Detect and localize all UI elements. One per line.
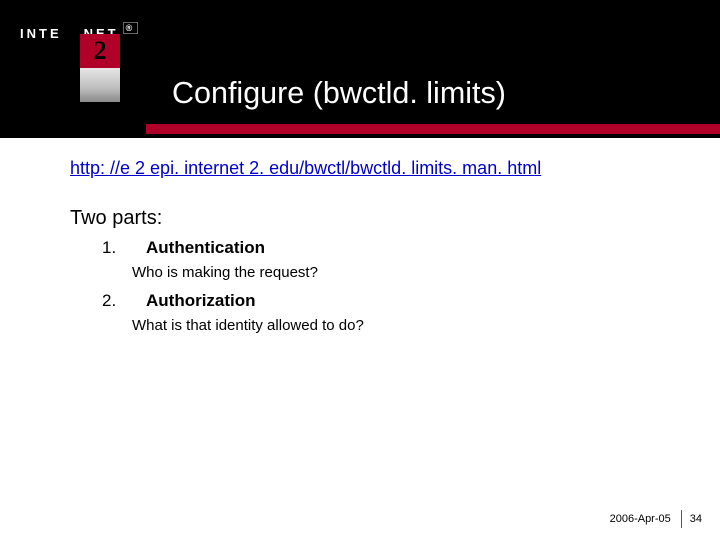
internet2-logo: 2 INTE NET ® [20, 26, 138, 41]
logo-box: 2 [80, 34, 120, 102]
footer-date: 2006-Apr-05 [610, 513, 681, 525]
slide-title: Configure (bwctld. limits) [172, 76, 506, 111]
footer-separator [681, 510, 682, 528]
intro-text: Two parts: [70, 207, 660, 230]
slide-body: http: //e 2 epi. internet 2. edu/bwctl/b… [70, 158, 660, 344]
logo-text-left: INTE [20, 26, 62, 41]
logo-reflection [80, 68, 120, 102]
item-title: Authentication [146, 238, 265, 258]
footer: 2006-Apr-05 34 [610, 510, 702, 528]
accent-bar [146, 124, 720, 134]
registered-mark-icon: ® [123, 22, 139, 34]
doc-link[interactable]: http: //e 2 epi. internet 2. edu/bwctl/b… [70, 158, 541, 179]
header-banner: 2 INTE NET ® Configure (bwctld. limits) [0, 0, 720, 138]
item-subtext: What is that identity allowed to do? [132, 317, 660, 334]
list-item: 2. Authorization [102, 291, 660, 311]
slide: 2 INTE NET ® Configure (bwctld. limits) … [0, 0, 720, 540]
list-item: 1. Authentication [102, 238, 660, 258]
page-number: 34 [690, 513, 702, 525]
item-number: 2. [102, 291, 146, 311]
item-subtext: Who is making the request? [132, 264, 660, 281]
item-title: Authorization [146, 291, 256, 311]
logo-digit: 2 [80, 34, 120, 68]
item-number: 1. [102, 238, 146, 258]
